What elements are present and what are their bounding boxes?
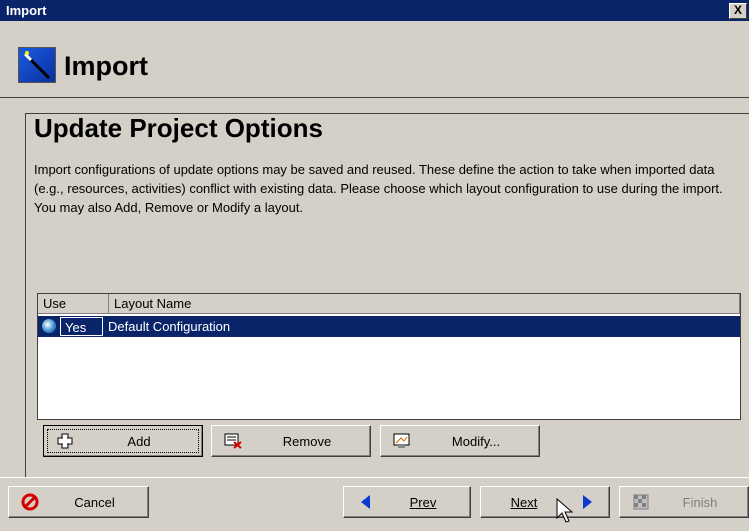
title-bar: Import X (0, 0, 749, 21)
table-row[interactable]: Yes Default Configuration (38, 316, 740, 337)
prev-label: Prev (409, 494, 437, 510)
page-title: Update Project Options (34, 113, 323, 143)
close-button[interactable]: X (729, 3, 747, 19)
use-cell[interactable]: Yes (60, 317, 103, 336)
right-arrow-icon (577, 493, 599, 511)
table-header: Use Layout Name (38, 294, 740, 314)
prev-button[interactable]: Prev (343, 486, 471, 518)
modify-button[interactable]: Modify... (380, 425, 540, 457)
footer-divider (0, 477, 749, 478)
remove-label: Remove (282, 433, 332, 449)
cancel-button[interactable]: Cancel (8, 486, 149, 518)
column-header-layout-name[interactable]: Layout Name (109, 294, 740, 313)
modify-label: Modify... (451, 433, 501, 449)
mouse-cursor-icon (556, 498, 574, 523)
cancel-icon (19, 493, 41, 511)
add-button[interactable]: Add (43, 425, 203, 457)
window-title: Import (6, 3, 47, 18)
header-title: Import (64, 51, 148, 81)
remove-icon (222, 432, 244, 450)
layout-table[interactable]: Use Layout Name Yes Default Configuratio… (37, 293, 741, 420)
modify-icon (391, 432, 413, 450)
finish-label: Finish (682, 494, 718, 510)
checkered-flag-icon (630, 493, 652, 511)
left-arrow-icon (354, 493, 376, 511)
cancel-label: Cancel (74, 494, 115, 510)
layout-name-cell[interactable]: Default Configuration (104, 319, 230, 334)
column-header-use[interactable]: Use (38, 294, 109, 313)
next-button[interactable]: Next (480, 486, 610, 518)
wizard-header: Import (0, 21, 749, 99)
finish-button[interactable]: Finish (619, 486, 749, 518)
add-label: Add (127, 433, 151, 449)
remove-button[interactable]: Remove (211, 425, 371, 457)
header-divider (0, 97, 749, 98)
wand-icon (18, 47, 56, 83)
description-text: Import configurations of update options … (34, 162, 723, 215)
next-label: Next (510, 494, 538, 510)
layout-icon (38, 317, 60, 337)
plus-icon (54, 432, 76, 450)
